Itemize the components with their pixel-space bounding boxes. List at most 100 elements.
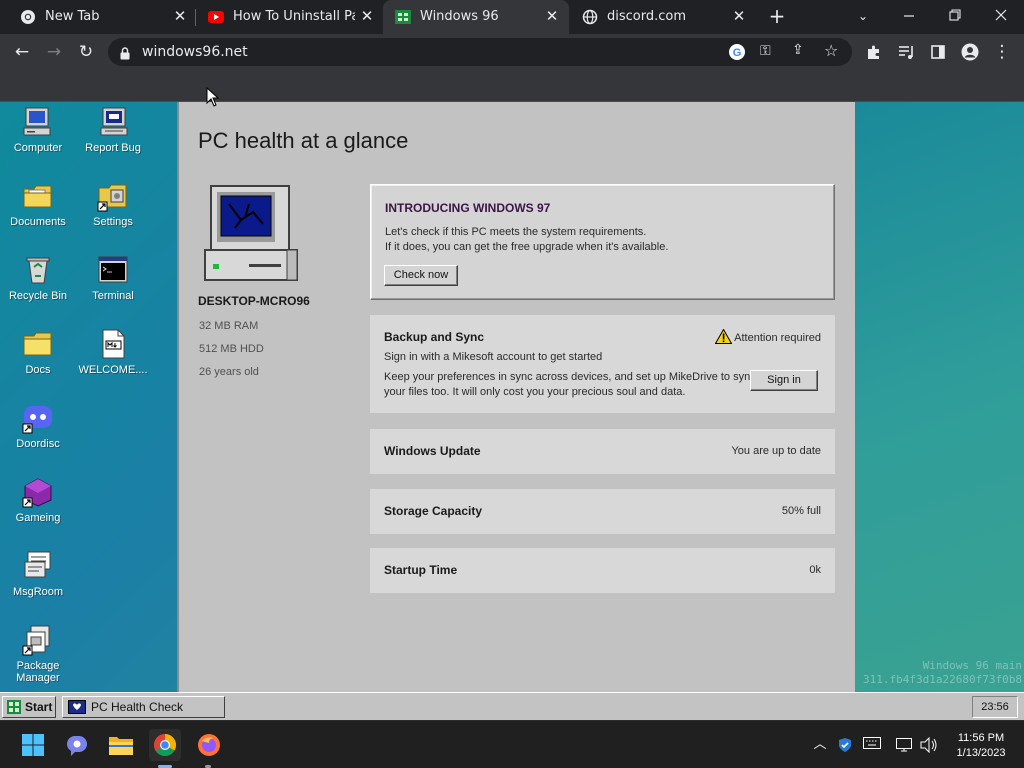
browser-toolbar: ← → ↻ windows96.net G ⚿ ⇪ ☆ ⋮: [0, 34, 1024, 70]
doordisc-icon: [22, 406, 52, 434]
tab-windows-96[interactable]: Windows 96 ✕: [383, 0, 569, 34]
profile-avatar-icon[interactable]: [959, 41, 981, 63]
computer-illustration-icon: [204, 185, 298, 281]
desktop-icon-label: Documents: [10, 216, 66, 228]
restore-icon[interactable]: [944, 5, 966, 31]
desktop-icon-label: WELCOME....: [78, 364, 148, 376]
backup-line-1: Keep your preferences in sync across dev…: [384, 371, 756, 383]
clock-date: 1/13/2023: [956, 747, 1006, 759]
tab-new-tab[interactable]: New Tab ✕: [8, 0, 190, 34]
close-tab-icon[interactable]: ✕: [543, 7, 561, 25]
close-tab-icon[interactable]: ✕: [171, 7, 189, 25]
gameing-icon: [22, 478, 52, 508]
pc-health-window: PC health at a glance DESKTOP-MCRO96 32 …: [177, 102, 855, 692]
chevron-up-icon[interactable]: ︿: [811, 737, 829, 753]
svg-text:G: G: [733, 47, 742, 59]
windows97-intro-card: INTRODUCING WINDOWS 97 Let's check if th…: [370, 184, 835, 300]
chrome-icon: [20, 9, 36, 25]
forward-arrow-icon[interactable]: →: [43, 41, 65, 63]
tab-discord[interactable]: discord.com ✕: [570, 0, 756, 34]
menu-kebab-icon[interactable]: ⋮: [991, 41, 1013, 63]
youtube-icon: [208, 9, 224, 25]
row-value: 0k: [809, 564, 821, 576]
keyboard-icon[interactable]: [863, 737, 881, 753]
desktop-icon-label: Package Manager: [16, 660, 60, 684]
taskbar-item-pc-health-check[interactable]: PC Health Check: [62, 696, 225, 718]
volume-icon[interactable]: [920, 736, 938, 754]
backup-subtitle: Sign in with a Mikesoft account to get s…: [384, 351, 603, 363]
network-display-icon[interactable]: [896, 737, 914, 753]
mouse-cursor-icon: [206, 87, 219, 107]
bookmarks-bar: [0, 70, 1024, 102]
system-clock[interactable]: 11:56 PM 1/13/2023: [951, 731, 1011, 761]
attention-status: Attention required: [734, 332, 821, 344]
lock-icon: [120, 45, 130, 64]
desktop-icon-recycle-bin[interactable]: Recycle Bin: [1, 254, 75, 302]
desktop-icon-msgroom[interactable]: MsgRoom: [1, 550, 75, 598]
desktop-icon-welcome[interactable]: WELCOME....: [76, 328, 150, 376]
new-tab-button[interactable]: +: [766, 5, 788, 27]
sign-in-button[interactable]: Sign in: [750, 370, 818, 391]
check-now-button[interactable]: Check now: [384, 265, 458, 286]
back-arrow-icon[interactable]: ←: [11, 41, 33, 63]
extensions-puzzle-icon[interactable]: [863, 41, 885, 63]
close-tab-icon[interactable]: ✕: [730, 7, 748, 25]
documents-folder-icon: [23, 185, 52, 208]
desktop-icon-gameing[interactable]: Gameing: [1, 476, 75, 524]
desktop-icon-package-manager[interactable]: Package Manager: [1, 624, 75, 684]
desktop-icon-report-bug[interactable]: Report Bug: [76, 106, 150, 154]
media-queue-icon[interactable]: [895, 41, 917, 63]
desktop-icon-docs[interactable]: Docs: [1, 328, 75, 376]
windows96-taskbar: Start PC Health Check 23:56: [0, 692, 1024, 720]
heart-monitor-icon: [68, 700, 86, 714]
desktop-icon-label: Gameing: [15, 512, 61, 524]
globe-icon: [582, 9, 598, 25]
desktop-wallpaper: Windows 96 main 311.fb4f3d1a22680f73f0b8: [855, 102, 1024, 692]
chrome-taskbar-icon[interactable]: [149, 729, 181, 761]
file-explorer-icon[interactable]: [105, 729, 137, 761]
backup-title: Backup and Sync: [384, 330, 485, 344]
firefox-icon[interactable]: [193, 729, 225, 761]
row-value: You are up to date: [731, 445, 821, 457]
row-title: Storage Capacity: [384, 504, 483, 518]
url-text: windows96.net: [142, 44, 248, 60]
desktop-icon-computer[interactable]: Computer: [1, 106, 75, 154]
desktop-icon-documents[interactable]: Documents: [1, 180, 75, 228]
bookmark-star-icon[interactable]: ☆: [824, 41, 838, 60]
windows96-icon: [395, 9, 411, 25]
minimize-icon[interactable]: [898, 5, 920, 31]
desktop-icon-label: Doordisc: [16, 438, 60, 450]
pc-name: DESKTOP-MCRO96: [198, 294, 310, 308]
password-key-icon[interactable]: ⚿: [760, 43, 771, 59]
desktop-icon-doordisc[interactable]: Doordisc: [1, 402, 75, 450]
side-panel-icon[interactable]: [927, 41, 949, 63]
tab-youtube[interactable]: How To Uninstall Panda ✕: [196, 0, 380, 34]
page-title: PC health at a glance: [198, 128, 409, 153]
tab-search-chevron-icon[interactable]: ⌄: [852, 5, 874, 27]
address-bar[interactable]: windows96.net G ⚿ ⇪ ☆: [108, 38, 852, 66]
computer-icon: [23, 107, 51, 136]
reload-icon[interactable]: ↻: [75, 41, 97, 63]
package-manager-icon: [22, 625, 50, 656]
report-bug-icon: [100, 107, 128, 136]
tab-title: Windows 96: [420, 9, 499, 24]
desktop-icon-label: Computer: [13, 142, 63, 154]
tab-title: New Tab: [45, 9, 100, 24]
security-shield-icon[interactable]: [836, 737, 854, 753]
windows-start-icon[interactable]: [17, 729, 49, 761]
close-tab-icon[interactable]: ✕: [358, 7, 376, 25]
teams-chat-icon[interactable]: [61, 729, 93, 761]
startup-time-row: Startup Time 0k: [370, 548, 835, 593]
start-label: Start: [25, 700, 53, 714]
share-icon[interactable]: ⇪: [792, 42, 804, 58]
desktop-icon-settings[interactable]: Settings: [76, 180, 150, 228]
w96-clock: 23:56: [972, 696, 1018, 718]
settings-icon: [97, 184, 127, 212]
windows96-start-icon: [7, 700, 21, 714]
desktop-icon-terminal[interactable]: Terminal: [76, 254, 150, 302]
google-lens-icon[interactable]: G: [728, 43, 746, 65]
msgroom-icon: [24, 551, 51, 578]
close-window-icon[interactable]: [990, 5, 1012, 31]
windows-taskbar: ︿ 11:56 PM 1/13/2023: [0, 720, 1024, 768]
start-button[interactable]: Start: [2, 696, 56, 718]
